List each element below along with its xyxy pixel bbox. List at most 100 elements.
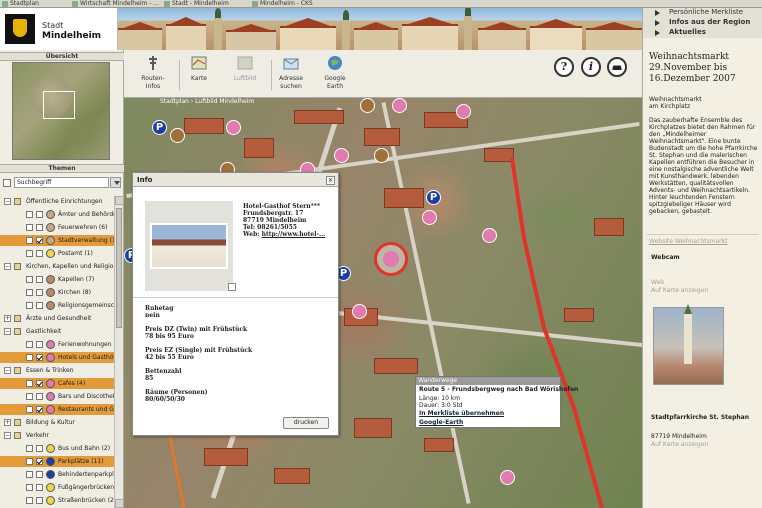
restaurant-marker[interactable] (334, 148, 349, 163)
tree-group[interactable]: + Ärzte und Gesundheit (0, 313, 114, 324)
menu-item-merkliste[interactable]: Persönliche Merkliste (643, 8, 762, 17)
photo-show-on-map-link[interactable]: Auf Karte anzeigen (651, 441, 708, 448)
restaurant-marker[interactable] (392, 98, 407, 113)
layer-checkbox[interactable] (36, 237, 43, 244)
tree-group[interactable]: − Gastlichkeit (0, 326, 114, 337)
scroll-thumb[interactable] (116, 208, 122, 328)
browser-tab-3[interactable]: Stadt - Mindelheim (162, 0, 248, 7)
visibility-checkbox[interactable] (26, 393, 33, 400)
tree-item[interactable]: Cafes (4) (0, 378, 114, 389)
tree-scrollbar[interactable] (114, 196, 124, 508)
website-link[interactable]: Website Weihnachtsmarkt (649, 238, 727, 245)
layer-checkbox[interactable] (36, 354, 43, 361)
tree-item[interactable]: Fußgängerbrücken (0, 482, 114, 493)
layer-checkbox[interactable] (36, 380, 43, 387)
layer-checkbox[interactable] (36, 445, 43, 452)
restaurant-marker[interactable] (422, 210, 437, 225)
tree-item[interactable]: Bars und Discotheken (0, 391, 114, 402)
parking-marker[interactable]: P (152, 120, 167, 135)
menu-item-aktuelles[interactable]: Aktuelles (643, 28, 762, 37)
tree-item[interactable]: Restaurants und Gaststätten (0, 404, 114, 415)
tree-item[interactable]: Kapellen (7) (0, 274, 114, 285)
tree-item[interactable]: Behindertenparkplätze (0, 469, 114, 480)
visibility-checkbox[interactable] (26, 302, 33, 309)
layer-checkbox[interactable] (36, 497, 43, 504)
tree-group[interactable]: − Kirchen, Kapellen und Religionsgemeinsc… (0, 261, 114, 272)
church-marker[interactable] (170, 128, 185, 143)
search-input[interactable]: Suchbegriff (14, 177, 109, 188)
tree-item[interactable]: Hotels und Gasthöfe (0, 352, 114, 363)
layer-checkbox[interactable] (36, 289, 43, 296)
restaurant-marker[interactable] (352, 304, 367, 319)
google-earth-button[interactable]: Google Earth (312, 52, 358, 96)
church-photo[interactable] (653, 304, 724, 385)
collapse-icon[interactable]: − (4, 432, 11, 439)
browser-tab-4[interactable]: Mindelheim - CKS (250, 0, 320, 7)
parking-marker[interactable]: P (426, 190, 441, 205)
browser-tab-2[interactable]: Wirtschaft Mindelheim - ... (70, 0, 160, 7)
aerial-view-button[interactable]: Luftbild (222, 52, 268, 96)
close-icon[interactable]: × (326, 176, 335, 185)
help-button[interactable]: ? (554, 57, 574, 77)
tree-item[interactable]: Ferienwohnungen (0, 339, 114, 350)
search-dropdown-button[interactable] (110, 177, 121, 188)
google-earth-link[interactable]: Google-Earth (419, 419, 463, 426)
scroll-up-arrow[interactable] (115, 196, 124, 205)
visibility-checkbox[interactable] (26, 484, 33, 491)
restaurant-marker[interactable] (456, 104, 471, 119)
visibility-checkbox[interactable] (26, 354, 33, 361)
collapse-icon[interactable]: − (4, 367, 11, 374)
address-search-button[interactable]: Adresse suchen (268, 52, 314, 96)
visibility-checkbox[interactable] (26, 380, 33, 387)
info-button[interactable]: i (581, 57, 601, 77)
layer-checkbox[interactable] (36, 276, 43, 283)
visibility-checkbox[interactable] (26, 445, 33, 452)
visibility-checkbox[interactable] (26, 341, 33, 348)
hotel-web-link[interactable]: http://www.hotel-... (262, 231, 326, 238)
tree-group[interactable]: − Öffentliche Einrichtungen (0, 196, 114, 207)
expand-icon[interactable]: + (4, 315, 11, 322)
tree-item[interactable]: Religionsgemeinschaften (0, 300, 114, 311)
visibility-checkbox[interactable] (26, 458, 33, 465)
add-to-watchlist-link[interactable]: In Merkliste übernehmen (419, 410, 504, 417)
zoom-icon[interactable] (228, 283, 236, 291)
map-view-button[interactable]: Karte (176, 52, 222, 96)
tree-item[interactable]: Parkplätze (11) (0, 456, 114, 467)
restaurant-marker[interactable] (226, 120, 241, 135)
visibility-checkbox[interactable] (26, 276, 33, 283)
layer-checkbox[interactable] (36, 224, 43, 231)
tree-group[interactable]: − Essen & Trinken (0, 365, 114, 376)
restaurant-marker[interactable] (482, 228, 497, 243)
layer-checkbox[interactable] (36, 211, 43, 218)
scroll-down-arrow[interactable] (115, 499, 124, 508)
print-button[interactable]: drucken (283, 417, 329, 429)
layer-checkbox[interactable] (36, 341, 43, 348)
selected-location-marker[interactable] (374, 242, 408, 276)
visibility-checkbox[interactable] (26, 289, 33, 296)
tree-item[interactable]: Stadtverwaltung (1) (0, 235, 114, 246)
tree-item[interactable]: Ämter und Behörden (0, 209, 114, 220)
visibility-checkbox[interactable] (26, 250, 33, 257)
church-marker[interactable] (374, 148, 389, 163)
tree-item[interactable]: Postamt (1) (0, 248, 114, 259)
visibility-checkbox[interactable] (26, 237, 33, 244)
visibility-checkbox[interactable] (26, 406, 33, 413)
visibility-checkbox[interactable] (26, 211, 33, 218)
browser-tab-1[interactable]: Stadtplan (0, 0, 68, 7)
tree-group[interactable]: + Bildung & Kultur (0, 417, 114, 428)
tree-group[interactable]: − Verkehr (0, 430, 114, 441)
layer-checkbox[interactable] (36, 458, 43, 465)
visibility-checkbox[interactable] (26, 497, 33, 504)
overview-map[interactable] (12, 62, 110, 160)
restaurant-marker[interactable] (500, 470, 515, 485)
menu-item-infos-region[interactable]: Infos aus der Region (643, 18, 762, 27)
route-info-button[interactable]: Routen- Infos (130, 52, 176, 96)
visibility-checkbox[interactable] (26, 224, 33, 231)
search-checkbox[interactable] (3, 179, 11, 187)
hotel-photo[interactable] (150, 223, 228, 269)
tree-item[interactable]: Straßenbrücken (2) (0, 495, 114, 506)
layer-checkbox[interactable] (36, 471, 43, 478)
church-marker[interactable] (360, 98, 375, 113)
collapse-icon[interactable]: − (4, 198, 11, 205)
layer-checkbox[interactable] (36, 250, 43, 257)
